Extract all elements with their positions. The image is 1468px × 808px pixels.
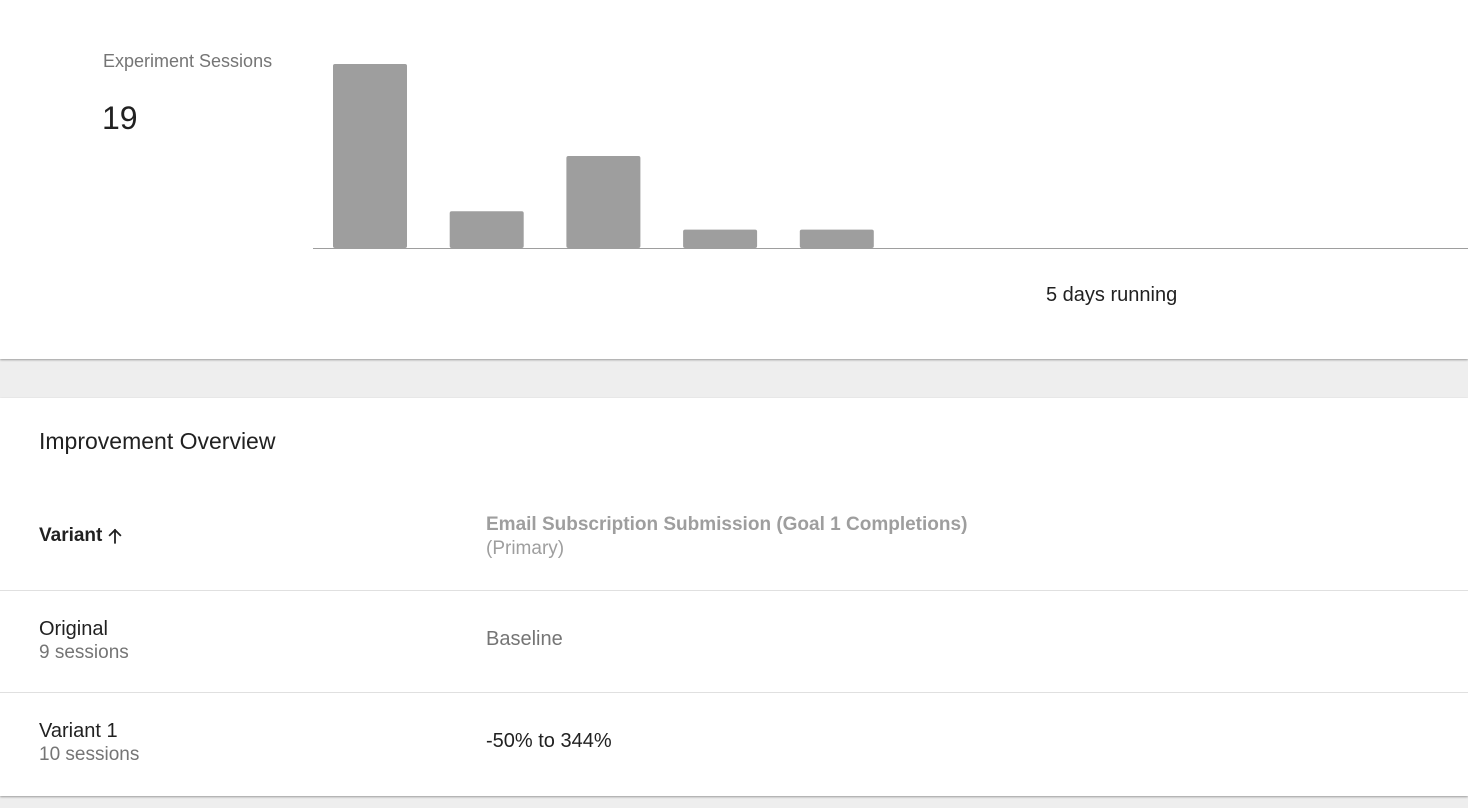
variant-name: Original xyxy=(39,618,108,640)
variant-improvement: Baseline xyxy=(486,628,563,650)
chart-bar-1 xyxy=(333,64,407,248)
metric-header-sub: (Primary) xyxy=(486,538,565,559)
sessions-bar-chart xyxy=(313,64,1468,249)
chart-bar-2 xyxy=(449,211,524,248)
variant-header-label: Variant xyxy=(39,525,103,546)
sessions-card: Experiment Sessions 19 5 days running xyxy=(0,0,1468,359)
sessions-count: 19 xyxy=(102,100,138,136)
days-running-label: 5 days running xyxy=(1046,284,1178,306)
metric-column-header: Email Subscription Submission (Goal 1 Co… xyxy=(486,513,967,561)
metric-header-label: Email Subscription Submission (Goal 1 Co… xyxy=(486,514,968,535)
chart-bar-5 xyxy=(799,229,874,248)
chart-bar-3 xyxy=(566,156,641,248)
improvement-overview-card: Improvement Overview Variant Email Subsc… xyxy=(0,398,1468,796)
arrow-up-icon xyxy=(108,528,122,544)
variant-improvement: -50% to 344% xyxy=(486,730,612,752)
header-divider xyxy=(0,590,1468,591)
sessions-label: Experiment Sessions xyxy=(103,51,273,71)
variant-column-header[interactable]: Variant xyxy=(39,525,124,547)
row-divider xyxy=(0,692,1468,693)
section-title: Improvement Overview xyxy=(39,428,276,454)
variant-sessions: 9 sessions xyxy=(39,642,129,663)
variant-name: Variant 1 xyxy=(39,720,118,742)
chart-bar-4 xyxy=(683,229,758,248)
variant-sessions: 10 sessions xyxy=(39,744,140,765)
